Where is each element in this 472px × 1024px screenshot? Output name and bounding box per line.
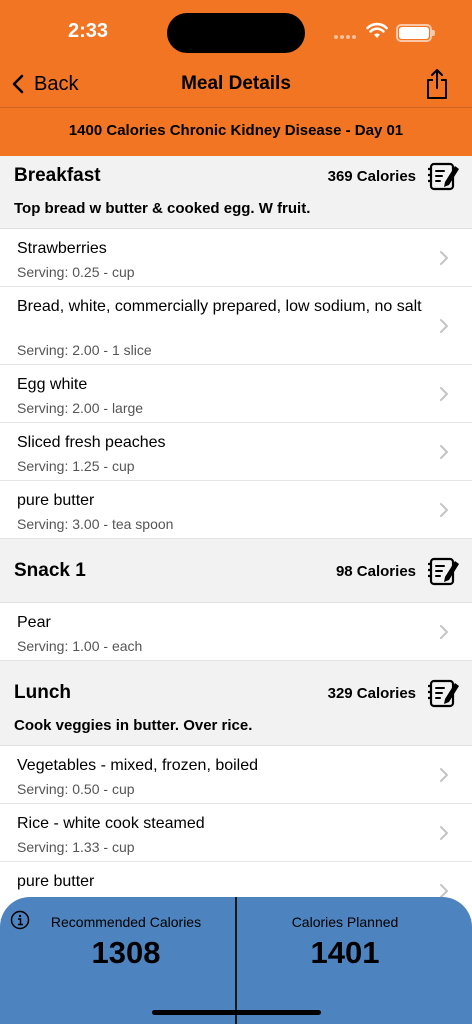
calories-planned-value: 1401 (310, 935, 380, 970)
cellular-signal-icon (334, 33, 360, 41)
food-serving: Serving: 1.33 - cup (17, 839, 135, 855)
chevron-right-icon (440, 387, 448, 401)
food-name: pure butter (17, 492, 95, 509)
food-serving: Serving: 1.00 - each (17, 638, 143, 654)
food-name: Sliced fresh peaches (17, 434, 166, 451)
wifi-icon (366, 22, 388, 38)
meal-calories: 98 Calories (335, 563, 416, 580)
status-time: 2:33 (68, 20, 109, 42)
meal-header-lunch: Lunch 329 Calories Cook veggies in butte… (0, 673, 472, 746)
chevron-right-icon (440, 445, 448, 459)
chevron-right-icon (440, 503, 448, 517)
battery-icon (396, 24, 435, 42)
food-name: pure butter (17, 873, 95, 890)
meal-header-snack: Snack 1 98 Calories (0, 551, 472, 603)
food-row[interactable]: Rice - white cook steamed Serving: 1.33 … (0, 804, 472, 862)
chevron-right-icon (440, 768, 448, 782)
meal-calories: 329 Calories (327, 685, 416, 702)
recommended-calories-value: 1308 (91, 935, 161, 970)
meal-description: Top bread w butter & cooked egg. W fruit… (14, 200, 311, 217)
section-gap (0, 661, 472, 673)
food-serving: Serving: 0.50 - cup (17, 781, 135, 797)
food-name: Egg white (17, 376, 88, 393)
meal-header-breakfast: Breakfast 369 Calories Top bread w butte… (0, 156, 472, 229)
food-serving: Serving: 3.00 - tea spoon (17, 516, 174, 532)
food-serving: Serving: 2.00 - 1 slice (17, 342, 152, 358)
section-gap (0, 539, 472, 551)
meal-calories: 369 Calories (327, 168, 416, 185)
chevron-right-icon (440, 826, 448, 840)
edit-notes-icon[interactable] (428, 160, 460, 192)
food-row[interactable]: Bread, white, commercially prepared, low… (0, 287, 472, 365)
meal-description: Cook veggies in butter. Over rice. (14, 717, 253, 734)
meal-name: Lunch (14, 682, 71, 703)
food-name: Rice - white cook steamed (17, 815, 205, 832)
food-row[interactable]: Egg white Serving: 2.00 - large (0, 365, 472, 423)
food-name: Vegetables - mixed, frozen, boiled (17, 757, 259, 774)
food-name: Strawberries (17, 240, 107, 257)
calorie-summary-panel: Recommended Calories 1308 Calories Plann… (0, 897, 472, 1024)
edit-notes-icon[interactable] (428, 677, 460, 709)
food-name: Bread, white, commercially prepared, low… (17, 298, 422, 315)
header: 2:33 Back Meal Details 1400 Calories Chr… (0, 0, 472, 156)
meal-name: Snack 1 (14, 560, 86, 581)
food-row[interactable]: Pear Serving: 1.00 - each (0, 603, 472, 661)
chevron-right-icon (440, 251, 448, 265)
food-row[interactable]: Vegetables - mixed, frozen, boiled Servi… (0, 746, 472, 804)
food-serving: Serving: 2.00 - large (17, 400, 144, 416)
food-row[interactable]: pure butter Serving: 3.00 - tea spoon (0, 481, 472, 539)
food-serving: Serving: 1.25 - cup (17, 458, 135, 474)
dynamic-island (167, 13, 305, 53)
edit-notes-icon[interactable] (428, 555, 460, 587)
food-serving: Serving: 0.25 - cup (17, 264, 135, 280)
status-bar: 2:33 (0, 0, 472, 60)
food-row[interactable]: Strawberries Serving: 0.25 - cup (0, 229, 472, 287)
meal-list: Breakfast 369 Calories Top bread w butte… (0, 156, 472, 920)
calories-planned-label: Calories Planned (291, 914, 399, 930)
share-icon[interactable] (424, 68, 450, 100)
page-title: Meal Details (181, 73, 291, 94)
chevron-right-icon (440, 625, 448, 639)
recommended-calories-label: Recommended Calories (50, 914, 202, 930)
home-indicator[interactable] (152, 1010, 321, 1015)
nav-bar: Back Meal Details (0, 60, 472, 108)
nav-divider (0, 107, 472, 108)
meal-name: Breakfast (14, 165, 101, 186)
food-row[interactable]: Sliced fresh peaches Serving: 1.25 - cup (0, 423, 472, 481)
food-name: Pear (17, 614, 51, 631)
plan-title: 1400 Calories Chronic Kidney Disease - D… (68, 122, 404, 139)
chevron-right-icon (440, 319, 448, 333)
